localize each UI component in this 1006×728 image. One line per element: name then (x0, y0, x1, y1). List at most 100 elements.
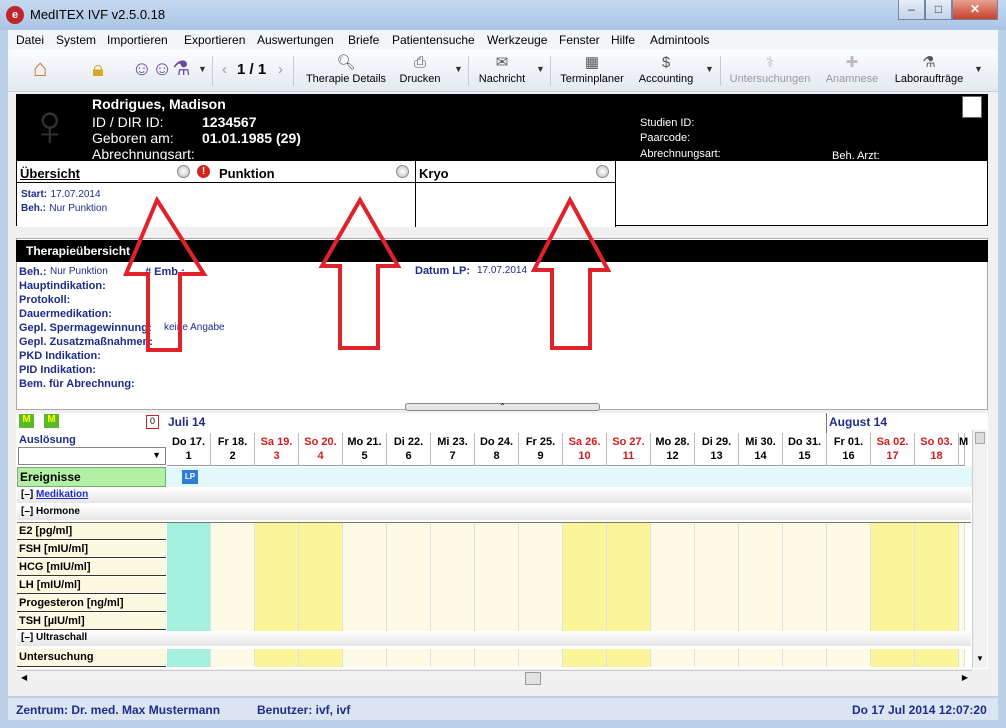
day-column[interactable] (475, 522, 519, 631)
laborauftraege-dropdown-icon[interactable]: ▼ (974, 64, 983, 74)
day-column[interactable] (343, 649, 387, 667)
home-button[interactable]: ⌂ (22, 54, 58, 88)
collapse-icon[interactable]: [–] (21, 632, 33, 643)
day-column[interactable] (915, 522, 959, 631)
section-ultraschall[interactable]: [–] Ultraschall (17, 631, 971, 646)
day-header[interactable]: Sa 02. 17 (871, 433, 915, 466)
day-column[interactable] (387, 649, 431, 667)
therapie-details-button[interactable]: 🔍︎ Therapie Details (304, 54, 388, 88)
day-column[interactable] (343, 522, 387, 631)
day-column[interactable] (431, 522, 475, 631)
day-column[interactable] (651, 522, 695, 631)
scroll-right-icon[interactable]: ▶ (962, 673, 968, 682)
day-header[interactable]: So 27. 11 (607, 433, 651, 466)
drucken-dropdown-icon[interactable]: ▼ (454, 64, 463, 74)
nachricht-button[interactable]: ✉ Nachricht (474, 54, 530, 88)
day-column[interactable] (563, 649, 607, 667)
day-column[interactable] (167, 522, 211, 631)
day-column[interactable] (607, 522, 651, 631)
medikation-link[interactable]: Medikation (36, 489, 88, 500)
day-column[interactable] (255, 649, 299, 667)
day-column[interactable] (167, 649, 211, 667)
day-header[interactable]: Mo 21. 5 (343, 433, 387, 466)
day-column[interactable] (607, 649, 651, 667)
day-column[interactable] (915, 649, 959, 667)
anamnese-button[interactable]: ✚ Anamnese (822, 54, 882, 88)
day-header[interactable]: So 03. 18 (915, 433, 959, 466)
day-column[interactable] (827, 649, 871, 667)
collapse-icon[interactable]: [–] (21, 489, 33, 500)
day-header[interactable]: Do 31. 15 (783, 433, 827, 466)
day-column[interactable] (563, 522, 607, 631)
nachricht-dropdown-icon[interactable]: ▼ (536, 64, 545, 74)
day-column[interactable] (387, 522, 431, 631)
day-header[interactable]: So 20. 4 (299, 433, 343, 466)
patients-button[interactable]: ☺☺⚗ (130, 54, 192, 88)
panel-splitter[interactable]: ⌃ (405, 403, 600, 411)
menu-fenster[interactable]: Fenster (559, 33, 600, 47)
menu-hilfe[interactable]: Hilfe (611, 33, 635, 47)
accounting-button[interactable]: $ Accounting (636, 54, 696, 88)
menu-system[interactable]: System (56, 33, 96, 47)
calendar-icon[interactable]: 0 (146, 415, 159, 429)
remove-medication-icon[interactable]: M (44, 414, 59, 428)
day-column[interactable] (299, 649, 343, 667)
day-header[interactable]: Mi 30. 14 (739, 433, 783, 466)
day-column[interactable] (519, 649, 563, 667)
maximize-button[interactable]: □ (925, 0, 952, 20)
day-header[interactable]: Mi 23. 7 (431, 433, 475, 466)
day-column[interactable] (827, 522, 871, 631)
day-column[interactable] (299, 522, 343, 631)
day-column[interactable] (871, 522, 915, 631)
add-medication-icon[interactable]: M (19, 414, 34, 428)
day-header[interactable]: Fr 01. 16 (827, 433, 871, 466)
day-header[interactable]: M (959, 433, 968, 466)
warning-icon[interactable]: ! (197, 165, 210, 178)
laborauftraege-button[interactable]: ⚗ Laboraufträge (890, 54, 968, 88)
day-column[interactable] (783, 649, 827, 667)
accounting-dropdown-icon[interactable]: ▼ (705, 64, 714, 74)
menu-admintools[interactable]: Admintools (650, 33, 709, 47)
document-icon[interactable] (962, 96, 982, 118)
drucken-button[interactable]: ⎙ Drucken (394, 54, 446, 88)
day-column[interactable] (695, 522, 739, 631)
next-page-icon[interactable]: › (278, 61, 283, 78)
day-column[interactable] (431, 649, 475, 667)
day-column[interactable] (783, 522, 827, 631)
day-column[interactable] (871, 649, 915, 667)
day-header[interactable]: Fr 18. 2 (211, 433, 255, 466)
horizontal-scrollbar[interactable]: ◀ ▶ (17, 670, 972, 686)
vertical-scrollbar[interactable]: ▼ (972, 430, 987, 668)
day-column[interactable] (255, 522, 299, 631)
lp-badge[interactable]: LP (182, 470, 198, 484)
scroll-thumb[interactable] (525, 672, 541, 685)
scroll-down-icon[interactable]: ▼ (976, 654, 984, 663)
minimize-button[interactable]: – (898, 0, 925, 20)
day-column[interactable] (211, 649, 255, 667)
day-column[interactable] (695, 649, 739, 667)
day-header[interactable]: Di 22. 6 (387, 433, 431, 466)
day-header[interactable]: Fr 25. 9 (519, 433, 563, 466)
day-column[interactable] (959, 522, 965, 631)
terminplaner-button[interactable]: ▦ Terminplaner (558, 54, 626, 88)
scroll-left-icon[interactable]: ◀ (21, 673, 27, 682)
menu-datei[interactable]: Datei (16, 33, 44, 47)
menu-patientensuche[interactable]: Patientensuche (392, 33, 475, 47)
patients-dropdown-icon[interactable]: ▼ (198, 64, 207, 74)
day-header[interactable]: Sa 26. 10 (563, 433, 607, 466)
menu-auswertungen[interactable]: Auswertungen (257, 33, 334, 47)
close-button[interactable]: ✕ (952, 0, 998, 20)
day-column[interactable] (475, 649, 519, 667)
day-column[interactable] (739, 522, 783, 631)
day-header[interactable]: Sa 19. 3 (255, 433, 299, 466)
day-column[interactable] (739, 649, 783, 667)
day-header[interactable]: Do 24. 8 (475, 433, 519, 466)
menu-briefe[interactable]: Briefe (348, 33, 379, 47)
day-column[interactable] (519, 522, 563, 631)
untersuchungen-button[interactable]: ⚕ Untersuchungen (726, 54, 814, 88)
day-header[interactable]: Mo 28. 12 (651, 433, 695, 466)
menu-exportieren[interactable]: Exportieren (184, 33, 245, 47)
day-header[interactable]: Di 29. 13 (695, 433, 739, 466)
section-hormone[interactable]: [–] Hormone (17, 505, 971, 520)
day-column[interactable] (651, 649, 695, 667)
